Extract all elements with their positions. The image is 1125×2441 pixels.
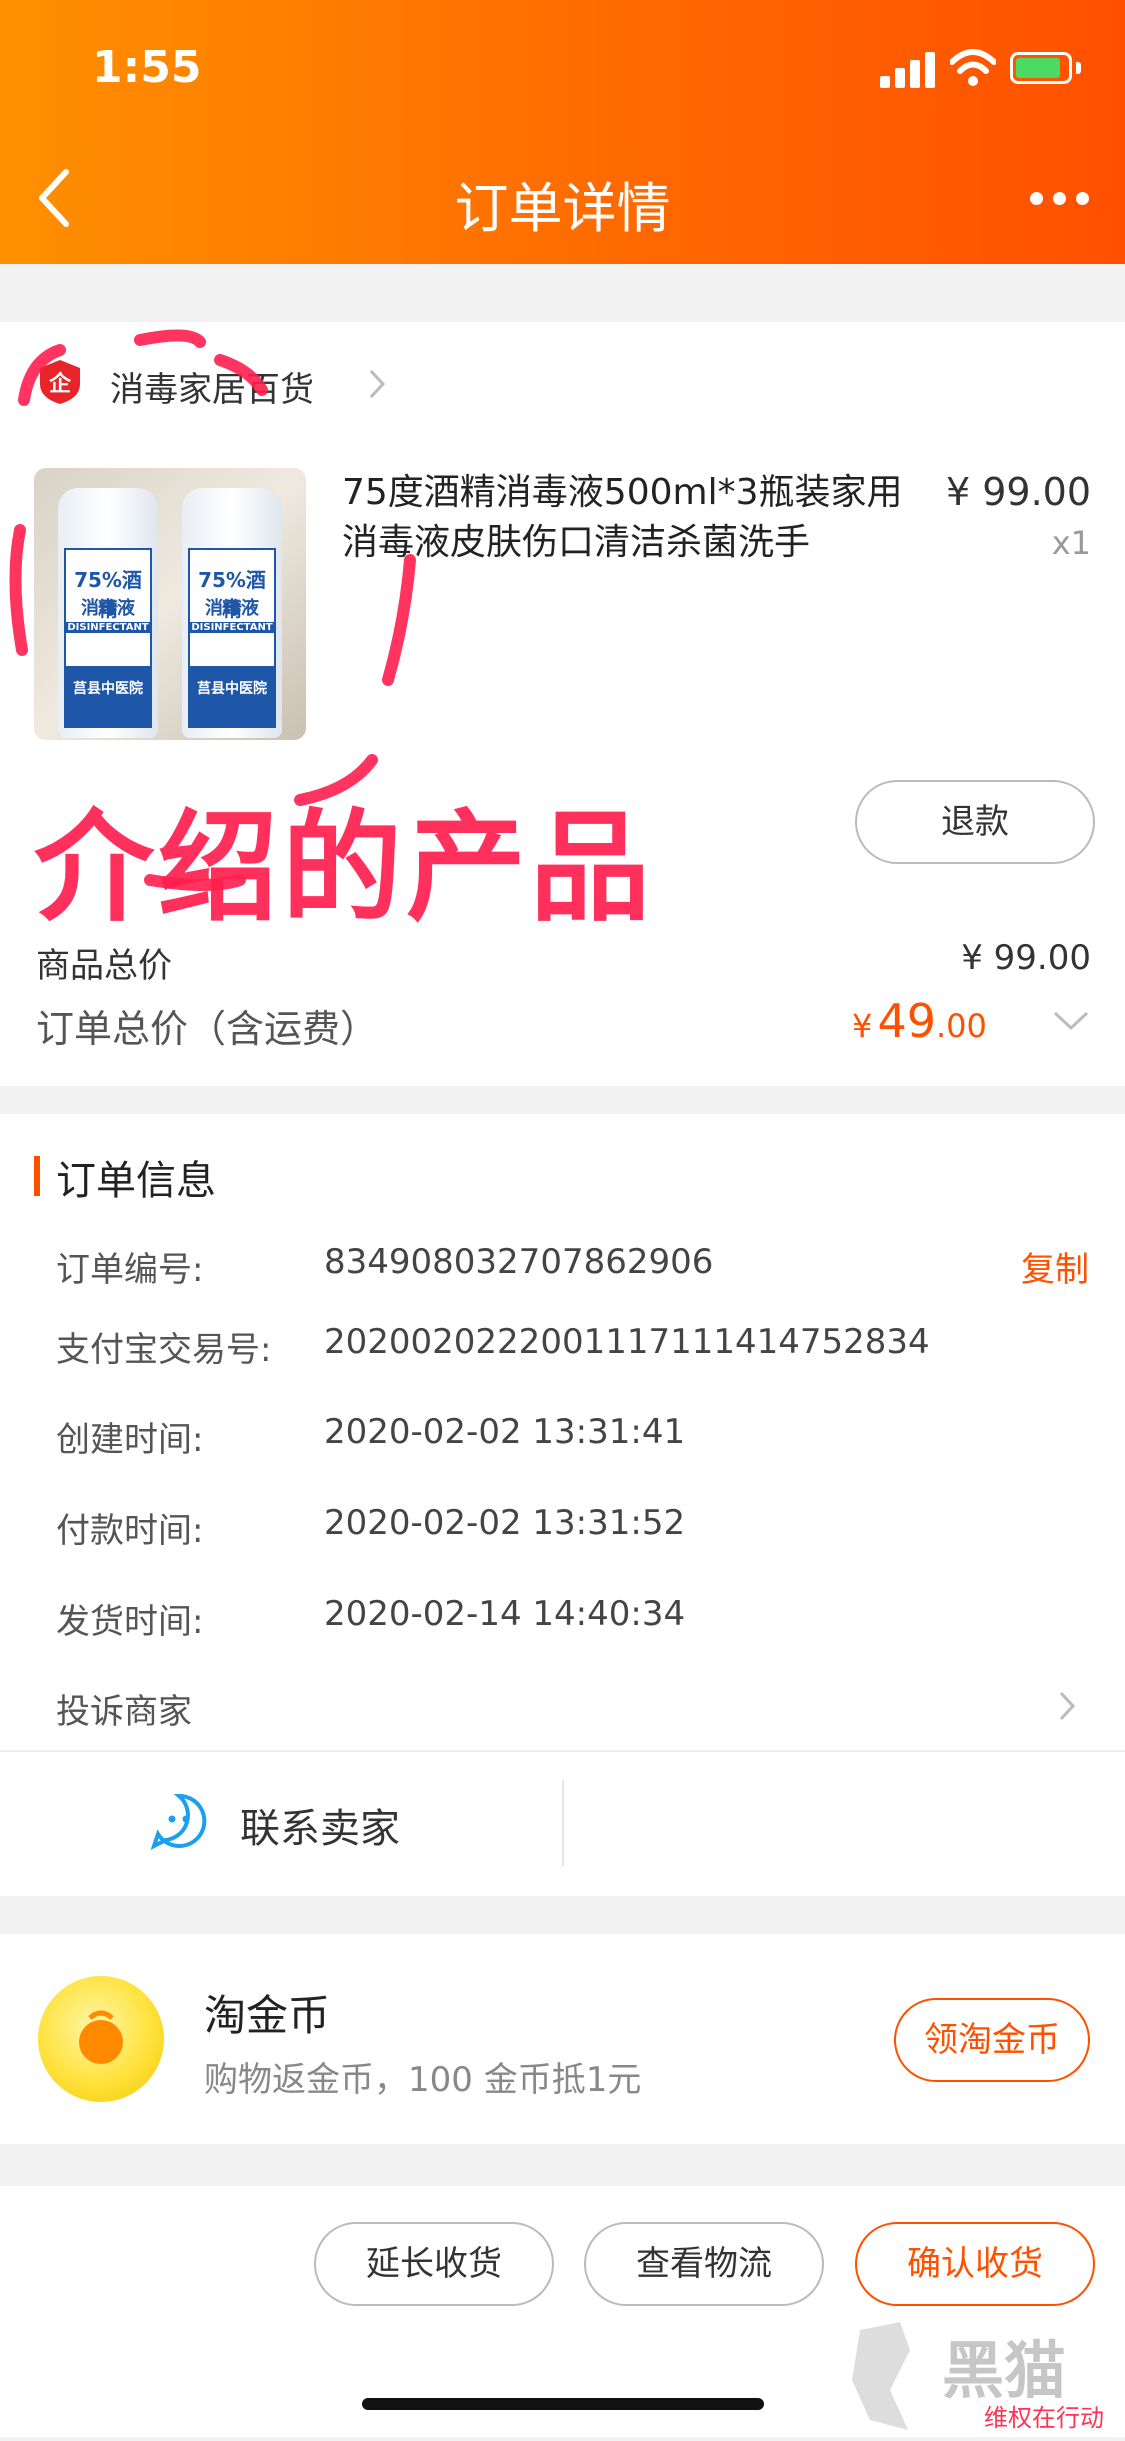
shop-badge-icon: 企 [40,360,80,404]
refund-button[interactable]: 退款 [855,780,1095,864]
shipped-time-label: 发货时间: [56,1602,204,1642]
battery-cap [1076,62,1081,74]
order-number-label: 订单编号: [56,1250,204,1290]
order-info-title: 订单信息 [56,1158,216,1204]
svg-text:企: 企 [48,371,72,397]
extend-receipt-button[interactable]: 延长收货 [314,2222,554,2306]
goods-total-label: 商品总价 [36,946,172,986]
coins-subtitle: 购物返金币，100 金币抵1元 [204,2060,642,2100]
signal-icon [880,52,936,88]
battery-icon [1010,52,1072,84]
bottle-label-sub: 消毒液 [205,598,259,619]
view-logistics-button[interactable]: 查看物流 [584,2222,824,2306]
paid-time-label: 付款时间: [56,1511,204,1551]
complaint-link[interactable]: 投诉商家 [56,1684,192,1733]
chevron-right-icon[interactable] [1058,1690,1076,1722]
wifi-icon [950,49,996,86]
annotation-text: 介绍的产品 [34,799,654,938]
coins-title: 淘金币 [204,1991,331,2040]
watermark-text: 黑猫 [942,2334,1067,2407]
shop-name[interactable]: 消毒家居百货 [110,362,314,411]
created-time-label: 创建时间: [56,1420,204,1460]
order-number-value: 834908032707862906 [324,1242,714,1282]
watermark-sub: 维权在行动 [980,2398,1108,2433]
goods-total-value: ¥ 99.00 [961,938,1091,978]
bottle-label-en: DISINFECTANT [66,622,150,633]
paid-time-value: 2020-02-02 13:31:52 [324,1503,686,1543]
claim-coins-button[interactable]: 领淘金币 [894,1998,1090,2082]
home-indicator [362,2398,764,2410]
chevron-down-icon[interactable] [1052,1010,1090,1032]
more-icon[interactable] [1030,192,1090,206]
product-image[interactable]: 75%酒精 消毒液 DISINFECTANT 莒县中医院 75%酒精 消毒液 D… [34,468,306,740]
bottle-label-en: DISINFECTANT [190,622,274,633]
gold-coin-icon [38,1976,164,2102]
divider-vertical [562,1780,564,1866]
chevron-right-icon[interactable] [368,368,386,400]
bottle-right: 75%酒精 消毒液 DISINFECTANT 莒县中医院 [182,488,282,738]
contact-seller-button[interactable]: 联系卖家 [240,1796,400,1854]
alipay-trade-label: 支付宝交易号: [56,1330,272,1370]
product-title[interactable]: 75度酒精消毒液500ml*3瓶装家用消毒液皮肤伤口清洁杀菌洗手 [342,468,917,568]
shipped-time-value: 2020-02-14 14:40:34 [324,1594,686,1634]
watermark: 黑猫 维权在行动 [850,2320,1120,2437]
chat-bubble-icon[interactable] [150,1792,208,1850]
created-time-value: 2020-02-02 13:31:41 [324,1412,686,1452]
copy-button[interactable]: 复制 [1021,1242,1089,1291]
bottle-label-sub: 消毒液 [81,598,135,619]
order-total-label: 订单总价（含运费） [36,1007,379,1051]
bottle-brand: 莒县中医院 [197,681,267,697]
page-title: 订单详情 [454,177,671,240]
status-time: 1:55 [92,42,202,93]
bottle-brand: 莒县中医院 [73,681,143,697]
confirm-receipt-button[interactable]: 确认收货 [855,2222,1095,2306]
section-accent-bar [34,1156,40,1196]
nav-header: 1:55 订单详情 [0,0,1125,264]
divider [0,1750,1125,1752]
order-total-value: ¥ 49.00 [852,994,987,1048]
alipay-trade-value: 2020020222001117111414752834 [324,1322,930,1362]
bottle-left: 75%酒精 消毒液 DISINFECTANT 莒县中医院 [58,488,158,738]
product-price: ¥ 99.00 [945,470,1091,514]
product-qty: x1 [1051,524,1091,562]
